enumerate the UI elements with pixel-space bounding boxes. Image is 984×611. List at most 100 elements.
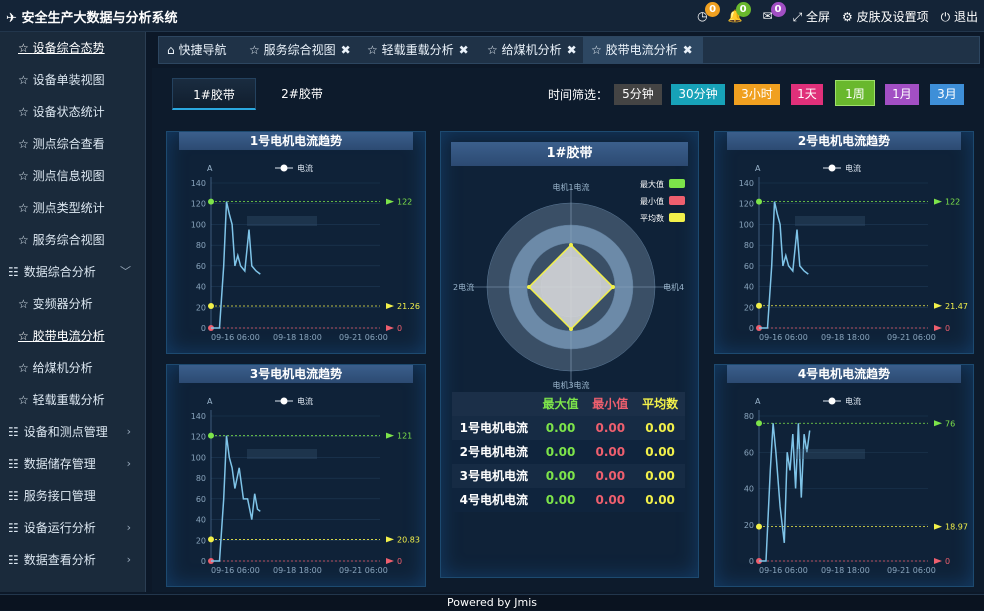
stats-header-cell: 平均数 [642,397,679,411]
tab[interactable]: ☆ 胶带电流分析 ✖ [583,37,703,64]
sidebar-item[interactable]: ☷ 设备运行分析 › [0,512,145,544]
sidebar-item[interactable]: ☆ 设备状态统计 [0,96,145,128]
tab[interactable]: ☆ 服务综合视图 ✖ [241,37,359,64]
bell-notification-button[interactable]: 🔔 0 [728,2,751,23]
motor2-chart-panel: 2号电机电流趋势 A 电流 0 20 40 60 80 100 120 140 09-16 06:0… [714,131,974,354]
sidebar-item[interactable]: ☆ 测点综合查看 [0,128,145,160]
marker-value: 122 [945,198,960,207]
sidebar-item[interactable]: ☷ 数据查看分析 › [0,544,145,576]
blur-mark [795,449,865,459]
time-filter-button[interactable]: 30分钟 [671,84,725,105]
sidebar-item[interactable]: ☆ 轻载重载分析 [0,384,145,416]
belt-tab-2[interactable]: 2#胶带 [272,78,332,110]
y-axis-label: A [207,164,213,173]
stats-cell: 0.00 [545,469,576,483]
legend-marker [280,397,288,405]
mail-notification-button[interactable]: ✉ 0 [763,2,786,23]
close-icon[interactable]: ✖ [341,43,351,57]
time-filter-button[interactable]: 1天 [791,84,823,105]
close-icon[interactable]: ✖ [683,43,693,57]
marker-value: 0 [945,557,950,566]
tab[interactable]: ⌂ 快捷导航 [159,37,241,64]
sidebar-item[interactable]: ☆ 给煤机分析 [0,352,145,384]
stats-row: 1号电机电流 0.00 0.00 0.00 [452,416,685,440]
chevron-icon: ﹀ [120,265,131,278]
skin-settings-button[interactable]: ⚙ 皮肤及设置项 [842,8,929,25]
time-filter-button[interactable]: 3月 [930,84,964,105]
sidebar-item[interactable]: ☆ 测点信息视图 [0,160,145,192]
star-icon: ☆ [249,43,264,57]
radar-point [611,285,615,289]
y-tick-label: 0 [201,324,206,333]
clock-notification-button[interactable]: ◷ 0 [697,2,721,23]
y-tick-label: 120 [191,200,206,209]
marker-dot [756,198,762,205]
notification-badge: 0 [705,2,721,17]
marker-arrow [386,198,394,205]
time-filter-button[interactable]: 1周 [835,80,875,106]
sidebar-item[interactable]: ☆ 设备综合态势 [0,32,145,64]
marker-arrow [934,198,942,205]
radar-label-bottom: 电机3电流 [552,380,589,390]
chevron-icon: › [126,521,131,534]
star-icon: ☆ [367,43,382,57]
y-tick-label: 60 [196,262,206,271]
marker-dot [756,523,762,530]
legend-label: 电流 [297,396,313,406]
sidebar-item[interactable]: ☆ 胶带电流分析 [0,320,145,352]
radar-label-top: 电机1电流 [552,182,589,192]
y-tick-label: 40 [744,485,754,494]
stats-cell: 0.00 [645,493,675,507]
marker-arrow [386,536,394,543]
marker-value: 21.47 [945,302,968,311]
marker-dot [756,302,762,309]
stats-row: 2号电机电流 0.00 0.00 0.00 [452,440,685,464]
stats-header-cell: 最小值 [592,397,629,411]
tab[interactable]: ☆ 轻载重载分析 ✖ [359,37,479,64]
radar-legend-swatch [669,179,685,188]
sidebar-item[interactable]: ☷ 设备和测点管理 › [0,416,145,448]
close-icon[interactable]: ✖ [567,43,577,57]
star-icon: ☆ [18,297,33,311]
sidebar-item[interactable]: ☷ 数据综合分析 ﹀ [0,256,145,288]
sidebar: ☆ 设备综合态势 ☆ 设备单装视图 ☆ 设备状态统计 ☆ 测点综合查看 ☆ 测点信息视图… [0,32,146,592]
sidebar-item[interactable]: ☷ 服务接口管理 [0,480,145,512]
logout-button[interactable]: ⏻ 退出 [941,8,978,25]
sidebar-item[interactable]: ☆ 变频器分析 [0,288,145,320]
radar-point [527,285,531,289]
close-icon[interactable]: ✖ [459,43,469,57]
time-filter-button[interactable]: 5分钟 [614,84,662,105]
stats-cell: 0.00 [545,493,576,507]
star-icon: ☆ [18,393,33,407]
x-tick-label: 09-21 06:00 [887,333,936,342]
motor3-current-chart: A 电流 0 20 40 60 80 100 120 140 09-16 06:00 09-18 18… [191,396,420,575]
sidebar-item[interactable]: ☆ 测点类型统计 [0,192,145,224]
blur-mark [795,216,865,226]
app-logo: ✈ 安全生产大数据与分析系统 [6,7,177,26]
y-axis-label: A [207,397,213,406]
y-tick-label: 60 [744,262,754,271]
sidebar-item[interactable]: ☆ 设备单装视图 [0,64,145,96]
gear-icon: ⚙ [842,9,853,24]
stats-cell: 0.00 [545,421,576,435]
belt-tab-1[interactable]: 1#胶带 [172,78,256,110]
motor2-current-chart: A 电流 0 20 40 60 80 100 120 140 09-16 06:00 09-18 18… [739,163,968,342]
app-title: 安全生产大数据与分析系统 [21,11,178,26]
sidebar-item[interactable]: ☆ 服务综合视图 [0,224,145,256]
stats-cell: 0.00 [595,421,626,435]
footer: Powered by Jmis [0,594,984,610]
sidebar-item[interactable]: ☷ 数据储存管理 › [0,448,145,480]
notification-badge: 0 [770,2,786,17]
fullscreen-button[interactable]: ⤢ 全屏 [793,8,830,25]
list-icon: ☷ [8,521,19,535]
tab[interactable]: ☆ 给煤机分析 ✖ [479,37,583,64]
y-axis-label: A [755,164,761,173]
time-filter-button[interactable]: 3小时 [734,84,780,105]
top-header: ✈ 安全生产大数据与分析系统 ◷ 0 🔔 0 ✉ 0 ⤢ 全屏 ⚙ 皮肤及设置项 ⏻ … [0,0,984,32]
y-tick-label: 20 [196,536,206,545]
home-icon: ⌂ [167,43,179,57]
legend-label: 电流 [297,163,313,173]
legend-label: 电流 [845,163,861,173]
stats-table: 最大值 最小值 平均数 1号电机电流 0.00 0.00 0.00 2号电机电流 0.00 0.0… [452,392,685,512]
time-filter-button[interactable]: 1月 [885,84,919,105]
